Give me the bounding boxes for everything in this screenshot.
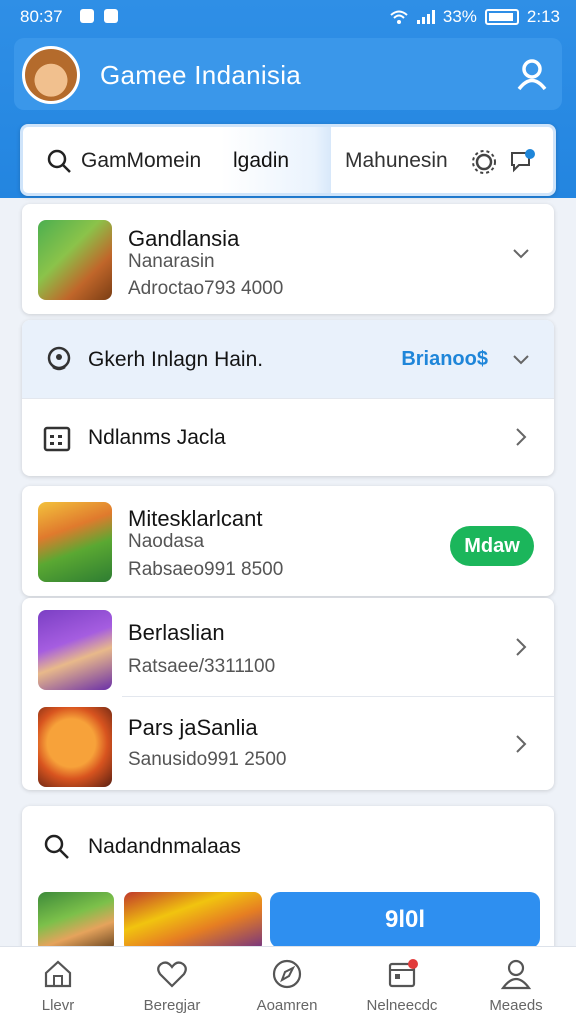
notification-badge (408, 959, 418, 969)
game-list-card: Berlaslian Ratsaee/3311100 Pars jaSanlia… (22, 598, 554, 790)
game-thumbnail (38, 220, 112, 300)
search-icon[interactable] (42, 832, 72, 862)
calendar-icon (43, 426, 71, 452)
featured-game-card[interactable]: Gandlansia Nanarasin Adroctao793 4000 (22, 204, 554, 314)
chevron-down-icon[interactable] (510, 242, 532, 264)
search-icon[interactable] (45, 147, 73, 175)
avatar[interactable] (22, 46, 80, 104)
chat-icon[interactable] (509, 147, 537, 175)
nav-home[interactable]: Llevr (8, 957, 108, 1014)
tab-lgadin[interactable]: lgadin (233, 149, 289, 173)
section-row-link[interactable]: Ndlanms Jacla (22, 399, 554, 476)
game-meta: Rabsaeo991 8500 (128, 559, 284, 580)
nav-label: Meaeds (489, 997, 543, 1014)
game-subtitle: Naodasa (128, 531, 205, 552)
nav-schedule[interactable]: Nelneecdc (352, 957, 452, 1014)
chevron-right-icon[interactable] (510, 426, 532, 448)
nav-favorites[interactable]: Beregjar (122, 957, 222, 1014)
list-item[interactable]: Mitesklarlcant Naodasa Rabsaeo991 8500 M… (22, 486, 554, 596)
game-title: Mitesklarlcant (128, 506, 263, 531)
bottom-nav: Llevr Beregjar Aoamren Nelneecdc Meaeds (0, 946, 576, 1024)
section-row-expandable[interactable]: Gkerh Inlagn Hain. Brianoo$ (22, 320, 554, 398)
nav-explore[interactable]: Aoamren (237, 957, 337, 1014)
featured-title: Gandlansia (128, 226, 240, 251)
tab-bar: GamMomein lgadin Mahunesin (20, 124, 556, 196)
user-icon[interactable] (514, 56, 550, 92)
status-time: 80:37 (20, 7, 63, 26)
section-card: Gkerh Inlagn Hain. Brianoo$ Ndlanms Jacl… (22, 320, 554, 476)
wifi-icon (390, 10, 408, 24)
nav-label: Nelneecdc (366, 997, 438, 1014)
profile-icon (500, 959, 532, 990)
play-button[interactable]: 9l0l (270, 892, 540, 948)
app-title: Gamee Indanisia (100, 60, 302, 90)
chevron-right-icon[interactable] (510, 733, 532, 755)
featured-subtitle: Nanarasin (128, 251, 215, 272)
home-icon (44, 960, 72, 988)
notification-icon (104, 9, 118, 23)
battery-icon (484, 9, 519, 25)
heart-icon (157, 961, 187, 988)
featured-meta: Adroctao793 4000 (128, 278, 284, 299)
nav-label: Llevr (41, 997, 75, 1014)
tab-gammomein[interactable]: GamMomein (81, 149, 201, 173)
section-row-label: Gkerh Inlagn Hain. (88, 348, 264, 371)
status-clock: 2:13 (526, 7, 560, 26)
game-thumbnail[interactable] (124, 892, 262, 952)
game-meta: Ratsaee/3311100 (128, 656, 276, 677)
game-thumbnail (38, 502, 112, 582)
game-title: Berlaslian (128, 620, 225, 645)
notification-icon (80, 9, 94, 23)
gear-icon[interactable] (471, 149, 497, 175)
chevron-right-icon[interactable] (510, 636, 532, 658)
status-bar: 80:37 33% 2:13 (0, 0, 576, 34)
search-section-label: Nadandnmalaas (88, 835, 241, 858)
game-title: Pars jaSanlia (128, 715, 258, 740)
install-button[interactable]: Mdaw (450, 526, 534, 566)
chevron-down-icon[interactable] (510, 348, 532, 370)
app-bar: Gamee Indanisia (14, 38, 562, 110)
list-item[interactable]: Berlaslian Ratsaee/3311100 (22, 598, 554, 696)
game-thumbnail[interactable] (38, 892, 114, 952)
nav-profile[interactable]: Meaeds (466, 957, 566, 1014)
compass-icon (272, 959, 302, 989)
headset-icon (47, 346, 71, 371)
signal-icon (416, 10, 435, 24)
list-item[interactable]: Pars jaSanlia Sanusido991 2500 (22, 697, 554, 790)
nav-label: Beregjar (143, 997, 201, 1014)
tab-mahunesin[interactable]: Mahunesin (345, 149, 448, 173)
nav-label: Aoamren (256, 997, 318, 1014)
game-thumbnail (38, 610, 112, 690)
game-thumbnail (38, 707, 112, 787)
section-link-label: Ndlanms Jacla (88, 426, 226, 449)
section-row-badge: Brianoo$ (401, 348, 488, 370)
game-meta: Sanusido991 2500 (128, 749, 287, 770)
battery-percent: 33% (442, 7, 477, 26)
